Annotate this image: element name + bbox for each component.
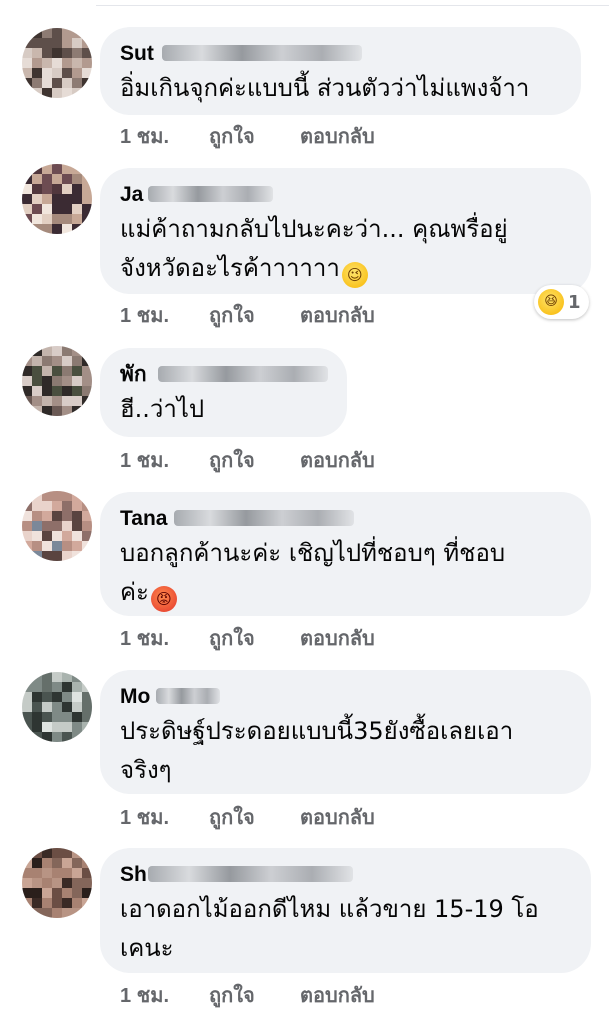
- reaction-summary[interactable]: 😆 1: [534, 285, 589, 319]
- comment-actions: 1 ชม. ถูกใจ ตอบกลับ: [120, 299, 375, 331]
- comment-timestamp[interactable]: 1 ชม.: [120, 979, 169, 1011]
- commenter-name[interactable]: Sh: [120, 862, 353, 888]
- avatar[interactable]: [22, 164, 92, 234]
- like-link[interactable]: ถูกใจ: [209, 801, 255, 833]
- comment-text: แม่ค้าถามกลับไปนะคะว่า... คุณพรื่อยู่ จั…: [120, 210, 571, 288]
- reply-link[interactable]: ตอบกลับ: [300, 444, 375, 476]
- comment-text: บอกลูกค้านะค่ะ เชิญไปที่ชอบๆ ที่ชอบ ค่ะ 😡: [120, 534, 571, 612]
- comment-text: อิ่มเกินจุกค่ะแบบนี้ ส่วนตัวว่าไม่แพงจ้า…: [120, 74, 530, 102]
- angry-face-icon: 😡: [150, 586, 177, 612]
- divider: [96, 5, 609, 6]
- avatar[interactable]: [22, 672, 92, 742]
- comment-timestamp[interactable]: 1 ชม.: [120, 622, 169, 654]
- comment-actions: 1 ชม. ถูกใจ ตอบกลับ: [120, 120, 375, 152]
- comment-timestamp[interactable]: 1 ชม.: [120, 299, 169, 331]
- comment-actions: 1 ชม. ถูกใจ ตอบกลับ: [120, 622, 375, 654]
- reply-link[interactable]: ตอบกลับ: [300, 622, 375, 654]
- avatar[interactable]: [22, 28, 92, 98]
- like-link[interactable]: ถูกใจ: [209, 622, 255, 654]
- like-link[interactable]: ถูกใจ: [209, 120, 255, 152]
- commenter-name[interactable]: Sut: [120, 41, 362, 67]
- wink-face-icon: 😉: [341, 262, 368, 288]
- comment-bubble: Mo ประดิษฐ์ประดอยแบบนี้35ยังซื้อเลยเอา จ…: [100, 670, 591, 794]
- reply-link[interactable]: ตอบกลับ: [300, 299, 375, 331]
- comment-actions: 1 ชม. ถูกใจ ตอบกลับ: [120, 801, 375, 833]
- avatar[interactable]: [22, 491, 92, 561]
- comment-bubble: พัก ฮี..ว่าไป: [100, 348, 347, 437]
- like-link[interactable]: ถูกใจ: [209, 299, 255, 331]
- reply-link[interactable]: ตอบกลับ: [300, 120, 375, 152]
- comment-timestamp[interactable]: 1 ชม.: [120, 444, 169, 476]
- reply-link[interactable]: ตอบกลับ: [300, 979, 375, 1011]
- like-link[interactable]: ถูกใจ: [209, 444, 255, 476]
- comment-actions: 1 ชม. ถูกใจ ตอบกลับ: [120, 444, 375, 476]
- commenter-name[interactable]: Ja: [120, 182, 273, 208]
- comment-bubble: Ja แม่ค้าถามกลับไปนะคะว่า... คุณพรื่อยู่…: [100, 168, 591, 294]
- commenter-name[interactable]: พัก: [120, 362, 328, 388]
- comment-text: ประดิษฐ์ประดอยแบบนี้35ยังซื้อเลยเอา จริง…: [120, 717, 514, 784]
- comment-bubble: Sh เอาดอกไม้ออกดีไหม แล้วขาย 15-19 โอ เค…: [100, 848, 591, 973]
- comment-timestamp[interactable]: 1 ชม.: [120, 120, 169, 152]
- comment-text: เอาดอกไม้ออกดีไหม แล้วขาย 15-19 โอ เคนะ: [120, 895, 539, 962]
- like-link[interactable]: ถูกใจ: [209, 979, 255, 1011]
- comment-bubble: Tana บอกลูกค้านะค่ะ เชิญไปที่ชอบๆ ที่ชอบ…: [100, 492, 591, 616]
- comment-actions: 1 ชม. ถูกใจ ตอบกลับ: [120, 979, 375, 1011]
- reply-link[interactable]: ตอบกลับ: [300, 801, 375, 833]
- comment-timestamp[interactable]: 1 ชม.: [120, 801, 169, 833]
- laughing-face-icon: 😆: [538, 289, 564, 315]
- avatar[interactable]: [22, 346, 92, 416]
- comment-text: ฮี..ว่าไป: [120, 395, 205, 423]
- commenter-name[interactable]: Mo: [120, 684, 220, 710]
- reaction-count: 1: [568, 291, 581, 313]
- commenter-name[interactable]: Tana: [120, 506, 354, 532]
- avatar[interactable]: [22, 848, 92, 918]
- comment-bubble: Sut อิ่มเกินจุกค่ะแบบนี้ ส่วนตัวว่าไม่แพ…: [100, 27, 581, 115]
